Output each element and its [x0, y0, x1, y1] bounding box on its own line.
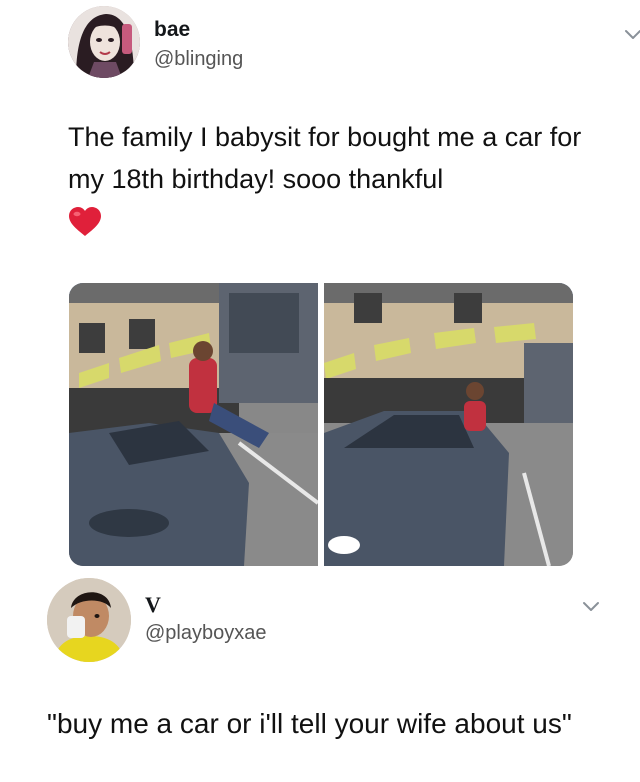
car-photo-right-image [324, 283, 573, 566]
car-photo-left-image [69, 283, 318, 566]
display-name[interactable]: bae [154, 18, 190, 42]
user-handle[interactable]: @blinging [154, 48, 243, 71]
screenshot-page: bae @blinging The family I babysit for b… [0, 0, 640, 782]
heart-emoji-icon [69, 207, 101, 236]
chevron-down-icon[interactable] [582, 600, 600, 614]
avatar-illustration [47, 578, 131, 662]
avatar[interactable] [68, 6, 140, 78]
avatar-illustration [68, 6, 140, 78]
car-photo-left[interactable] [69, 283, 318, 566]
avatar[interactable] [47, 578, 131, 662]
tweet-1-header: bae @blinging [68, 6, 640, 78]
tweet-text: "buy me a car or i'll tell your wife abo… [47, 708, 572, 739]
chevron-down-icon[interactable] [624, 28, 640, 42]
user-handle[interactable]: @playboyxae [145, 622, 266, 645]
display-name[interactable]: V [145, 592, 161, 618]
tweet-text: The family I babysit for bought me a car… [68, 122, 582, 194]
car-photo-right[interactable] [324, 283, 573, 566]
